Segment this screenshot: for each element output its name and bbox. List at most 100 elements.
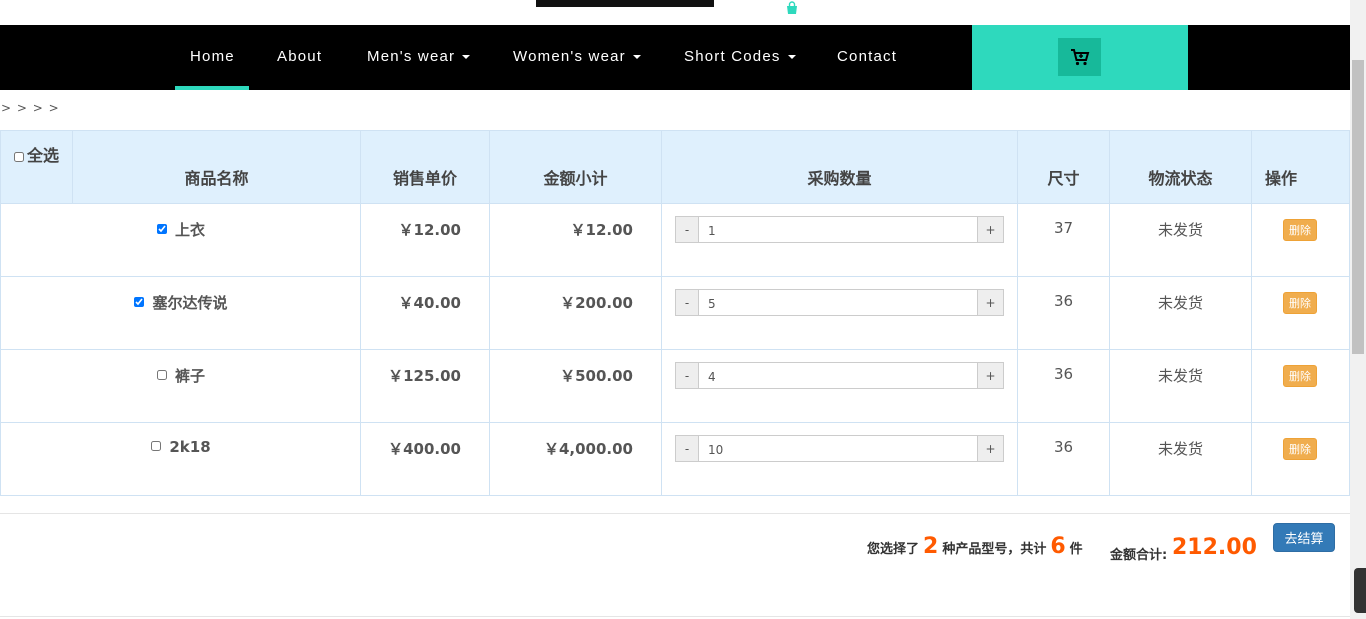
nav-contact[interactable]: Contact [837, 25, 897, 90]
row-checkbox[interactable] [134, 296, 145, 307]
header-actions: 操作 [1251, 130, 1350, 204]
quantity-input[interactable] [699, 362, 977, 389]
actions-cell: 删除 [1251, 203, 1350, 277]
table-row: 塞尔达传说 ￥40.00 ￥200.00 - + 36 未发货 删除 [0, 276, 1350, 350]
decrement-button[interactable]: - [675, 289, 699, 316]
divider [0, 513, 1350, 514]
increment-button[interactable]: + [977, 435, 1004, 462]
product-name: 裤子 [174, 367, 205, 385]
shopping-bag-icon[interactable] [785, 1, 799, 15]
quantity-stepper: - + [675, 289, 1004, 316]
product-name: 2k18 [169, 438, 211, 456]
checkout-button[interactable]: 去结算 [1273, 523, 1335, 552]
shipping-status: 未发货 [1109, 203, 1252, 277]
caret-down-icon [632, 55, 641, 60]
nav-womens-wear-label: Women's wear [513, 48, 626, 65]
quantity-cell: - + [661, 276, 1018, 350]
cart-table: 全选 商品名称 销售单价 金额小计 采购数量 尺寸 物流状态 操作 上衣 ￥12… [0, 130, 1350, 496]
nav-womens-wear[interactable]: Women's wear [513, 25, 641, 90]
shipping-status: 未发货 [1109, 276, 1252, 350]
logo-banner[interactable] [536, 0, 714, 7]
size: 36 [1017, 276, 1110, 350]
subtotal: ￥200.00 [489, 276, 662, 350]
quantity-input[interactable] [699, 216, 977, 243]
product-name-cell: 2k18 [0, 422, 361, 496]
subtotal: ￥500.00 [489, 349, 662, 423]
nav-mens-wear[interactable]: Men's wear [367, 25, 471, 90]
delete-button[interactable]: 删除 [1283, 365, 1317, 387]
nav-about-label: About [277, 48, 323, 65]
total-label: 金额合计: [1110, 548, 1168, 563]
product-name-cell: 上衣 [0, 203, 361, 277]
decrement-button[interactable]: - [675, 216, 699, 243]
header-subtotal: 金额小计 [489, 130, 662, 204]
select-all-header: 全选 [0, 130, 73, 204]
cart-button[interactable] [1058, 38, 1101, 76]
table-row: 裤子 ￥125.00 ￥500.00 - + 36 未发货 删除 [0, 349, 1350, 423]
quantity-input[interactable] [699, 289, 977, 316]
caret-down-icon [462, 55, 471, 60]
quantity-cell: - + [661, 422, 1018, 496]
table-row: 2k18 ￥400.00 ￥4,000.00 - + 36 未发货 删除 [0, 422, 1350, 496]
quantity-stepper: - + [675, 362, 1004, 389]
increment-button[interactable]: + [977, 362, 1004, 389]
decrement-button[interactable]: - [675, 362, 699, 389]
quantity-input[interactable] [699, 435, 977, 462]
actions-cell: 删除 [1251, 349, 1350, 423]
subtotal: ￥4,000.00 [489, 422, 662, 496]
quantity-cell: - + [661, 203, 1018, 277]
subtotal: ￥12.00 [489, 203, 662, 277]
select-all-label: 全选 [27, 148, 60, 165]
row-checkbox[interactable] [151, 440, 162, 451]
summary-mid: 种产品型号，共计 [942, 542, 1047, 557]
table-header-row: 全选 商品名称 销售单价 金额小计 采购数量 尺寸 物流状态 操作 [0, 130, 1350, 204]
nav-home[interactable]: Home [190, 25, 235, 90]
select-all-checkbox[interactable] [14, 151, 24, 162]
nav-short-codes[interactable]: Short Codes [684, 25, 796, 90]
scrollbar-thumb[interactable] [1352, 60, 1364, 354]
breadcrumb: > > > > [1, 101, 60, 115]
unit-price: ￥40.00 [360, 276, 490, 350]
product-name-cell: 塞尔达传说 [0, 276, 361, 350]
size: 36 [1017, 349, 1110, 423]
header-size: 尺寸 [1017, 130, 1110, 204]
row-checkbox[interactable] [156, 369, 167, 380]
size: 36 [1017, 422, 1110, 496]
unit-price: ￥12.00 [360, 203, 490, 277]
selection-summary: 您选择了 2 种产品型号，共计 6 件 [867, 534, 1083, 559]
selected-types-count: 2 [923, 534, 939, 559]
nav-mens-wear-label: Men's wear [367, 48, 456, 65]
quantity-cell: - + [661, 349, 1018, 423]
increment-button[interactable]: + [977, 289, 1004, 316]
delete-button[interactable]: 删除 [1283, 292, 1317, 314]
size: 37 [1017, 203, 1110, 277]
nav-about[interactable]: About [277, 25, 322, 90]
footer-divider [0, 616, 1350, 617]
shipping-status: 未发货 [1109, 422, 1252, 496]
delete-button[interactable]: 删除 [1283, 219, 1317, 241]
header-quantity: 采购数量 [661, 130, 1018, 204]
quantity-stepper: - + [675, 435, 1004, 462]
increment-button[interactable]: + [977, 216, 1004, 243]
product-name: 上衣 [174, 221, 205, 239]
header-name: 商品名称 [72, 130, 361, 204]
header-shipping: 物流状态 [1109, 130, 1252, 204]
row-checkbox[interactable] [156, 223, 167, 234]
delete-button[interactable]: 删除 [1283, 438, 1317, 460]
header-unit-price: 销售单价 [360, 130, 490, 204]
total-amount: 212.00 [1172, 535, 1257, 560]
nav-active-indicator [175, 86, 249, 90]
selected-items-count: 6 [1050, 534, 1066, 559]
page-scrollbar[interactable] [1350, 0, 1366, 619]
product-name: 塞尔达传说 [152, 294, 228, 312]
product-name-cell: 裤子 [0, 349, 361, 423]
summary-suffix: 件 [1069, 542, 1083, 557]
actions-cell: 删除 [1251, 422, 1350, 496]
cart-panel [972, 25, 1188, 90]
unit-price: ￥125.00 [360, 349, 490, 423]
unit-price: ￥400.00 [360, 422, 490, 496]
side-widget-tab[interactable] [1354, 568, 1366, 613]
shipping-status: 未发货 [1109, 349, 1252, 423]
nav-short-codes-label: Short Codes [684, 48, 781, 65]
decrement-button[interactable]: - [675, 435, 699, 462]
